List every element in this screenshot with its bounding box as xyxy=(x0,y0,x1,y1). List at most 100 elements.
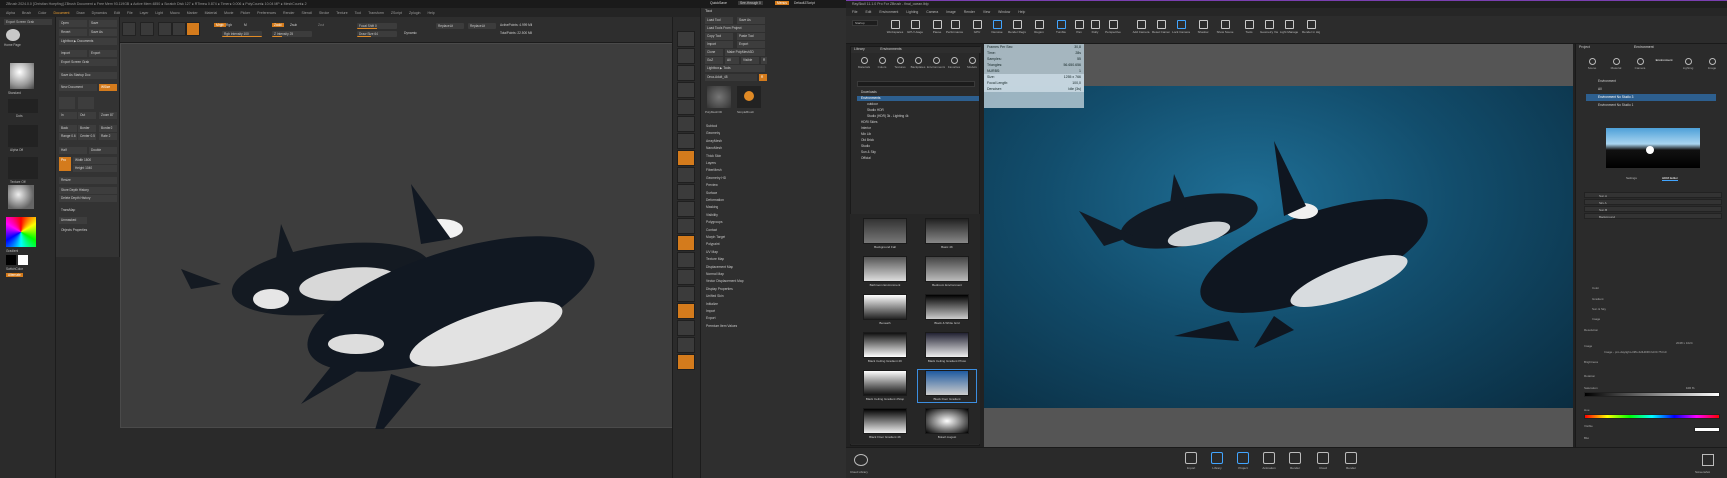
clone-button[interactable]: Clone xyxy=(705,49,723,56)
doc-export-grab-button[interactable]: Export Screen Grab xyxy=(59,59,117,66)
menus-button[interactable]: Menus xyxy=(775,1,789,5)
show_scene-button[interactable]: Show Scene xyxy=(1216,19,1234,41)
doc-export-button[interactable]: Export xyxy=(89,50,117,57)
image-project-tab[interactable]: Image xyxy=(1702,58,1722,70)
library-tab-favorites[interactable]: Favorites xyxy=(945,57,963,69)
tool-section-preview[interactable]: Preview xyxy=(706,183,718,187)
environment-project-tab[interactable]: Environment xyxy=(1654,58,1674,62)
goz-r-button[interactable]: R xyxy=(761,57,767,64)
wsize-button[interactable]: WSize xyxy=(99,84,117,91)
environment-thumb[interactable]: Black Floor Gradient 4K xyxy=(856,408,914,440)
border-button[interactable]: Border xyxy=(78,125,96,132)
tool-import-button[interactable]: Import xyxy=(705,41,733,48)
goz-all-button[interactable]: All xyxy=(725,57,739,64)
load-tools-from-project-button[interactable]: Load Tools From Project xyxy=(705,25,765,32)
crop-icon[interactable] xyxy=(59,97,75,109)
tool-section-import[interactable]: Import xyxy=(706,309,715,313)
doc-revert-button[interactable]: Revert xyxy=(59,29,87,36)
library-tree-item[interactable]: Official xyxy=(857,156,979,161)
scene-project-tab[interactable]: Scene xyxy=(1582,58,1602,70)
tool-section-fibermesh[interactable]: FiberMesh xyxy=(706,168,722,172)
zbrush-menu-macro[interactable]: Macro xyxy=(170,11,180,15)
tool-save-as-button[interactable]: Save As xyxy=(737,17,765,24)
library-bottom-button[interactable]: Library xyxy=(1206,452,1228,470)
right-shelf-gxyz-icon[interactable] xyxy=(677,201,695,217)
tool-section-contact[interactable]: Contact xyxy=(706,228,717,232)
cloud-library-icon[interactable] xyxy=(854,454,868,466)
doc-import-button[interactable]: Import xyxy=(59,50,87,57)
environment-list-item[interactable]: Environment xyxy=(1586,78,1716,85)
store-depth-history-button[interactable]: Store Depth History xyxy=(59,187,117,194)
settings-tab[interactable]: Settings xyxy=(1626,176,1637,180)
tool-section-normal-map[interactable]: Normal Map xyxy=(706,272,724,276)
width-slider[interactable]: Width 1800 xyxy=(73,157,117,164)
library-tree-item[interactable]: Studio (HDR) 3k - Lighting 4k xyxy=(857,114,979,119)
tool-section-surface[interactable]: Surface xyxy=(706,191,717,195)
delete-depth-history-button[interactable]: Delete Depth History xyxy=(59,195,117,202)
library-tree-item[interactable]: Environments xyxy=(857,96,979,101)
library-tree-item[interactable]: Mix Lib xyxy=(857,132,979,137)
rotate-button[interactable] xyxy=(186,22,200,36)
dynamic-toggle[interactable]: Dynamic xyxy=(404,31,417,35)
zbrush-menu-material[interactable]: Material xyxy=(205,11,217,15)
right-shelf-actual-icon[interactable] xyxy=(677,99,695,115)
orca-tool-thumbnail[interactable] xyxy=(707,86,731,108)
resize-button[interactable]: Resize xyxy=(59,177,117,184)
library-tree-item[interactable]: Studio HDR xyxy=(857,108,979,113)
switch-color-label[interactable]: SwitchColor xyxy=(6,267,23,271)
material-sphere-icon[interactable] xyxy=(8,185,34,209)
zcut-toggle[interactable]: Zcut xyxy=(318,23,324,27)
simple-brush-thumbnail[interactable] xyxy=(737,86,761,108)
tools-button[interactable]: Tools xyxy=(1240,19,1258,41)
zbrush-menu-light[interactable]: Light xyxy=(155,11,163,15)
texture-off-icon[interactable] xyxy=(8,157,38,179)
quicksave-button[interactable]: QuickSave xyxy=(710,1,727,5)
workspaces-button[interactable]: Workspaces xyxy=(886,19,904,41)
render-viewport[interactable]: Frames Per Sec: 30,8 Time: 28s Samples: 55 Tri… xyxy=(984,44,1573,447)
m-toggle[interactable]: M xyxy=(244,23,247,27)
right-shelf-zoom-icon[interactable] xyxy=(677,82,695,98)
right-shelf-scroll-icon[interactable] xyxy=(677,65,695,81)
move-button[interactable] xyxy=(158,22,172,36)
gpu-button[interactable]: GPU xyxy=(968,19,986,41)
tool-section-vector-displacement-map[interactable]: Vector Displacement Map xyxy=(706,279,744,283)
project-bottom-button[interactable]: Project xyxy=(1232,452,1254,470)
cloud-library-label[interactable]: Cloud Library xyxy=(850,470,868,474)
environment-list-item[interactable]: Environment No Studio 3 xyxy=(1586,94,1716,101)
right-shelf-line-fill-polyf-icon[interactable] xyxy=(677,286,695,302)
startup-dropdown[interactable]: Startup xyxy=(852,20,878,26)
library-tree-item[interactable]: outdoor xyxy=(857,102,979,107)
tool-export-button[interactable]: Export xyxy=(737,41,765,48)
save-startup-button[interactable]: Save As Startup Doc xyxy=(59,72,117,79)
default-zscript[interactable]: DefaultZScript xyxy=(794,1,815,5)
right-shelf-transp-icon[interactable] xyxy=(677,303,695,319)
tool-section-premium-item-values[interactable]: Premium Item Values xyxy=(706,324,737,328)
hdri-preview[interactable] xyxy=(1606,128,1700,168)
render-menu-camera[interactable]: Camera xyxy=(926,8,938,16)
camera-project-tab[interactable]: Camera xyxy=(1630,58,1650,70)
hue-slider[interactable] xyxy=(1584,414,1720,419)
environment-thumb[interactable]: Black Door Gradient xyxy=(917,369,977,403)
hdri-layer-row[interactable]: Sun A xyxy=(1584,192,1722,198)
library-tree-item[interactable]: Old Brick xyxy=(857,138,979,143)
render-menu-edit[interactable]: Edit xyxy=(865,8,871,16)
standard-brush-icon[interactable] xyxy=(10,63,34,89)
color-picker[interactable] xyxy=(6,217,36,247)
library-tab-colors[interactable]: Colors xyxy=(873,57,891,69)
mrgb-toggle[interactable]: Mrgb xyxy=(214,23,226,27)
z-intensity-slider[interactable]: Z Intensity 25 xyxy=(272,31,312,37)
center-slider[interactable]: Center 0.5 xyxy=(78,133,96,140)
render-menu-window[interactable]: Window xyxy=(998,8,1010,16)
library-tab-textures[interactable]: Textures xyxy=(891,57,909,69)
draw-button[interactable] xyxy=(140,22,154,36)
right-shelf-ghost-icon[interactable] xyxy=(677,320,695,336)
tool-section-geometry-hd[interactable]: Geometry HD xyxy=(706,176,726,180)
zbrush-canvas[interactable] xyxy=(120,43,731,429)
dots-stroke-icon[interactable] xyxy=(8,99,38,113)
library-tab-materials[interactable]: Materials xyxy=(855,57,873,69)
render_high_dpi-button[interactable]: Render in High DPI xyxy=(1302,19,1320,41)
screenshot-icon[interactable] xyxy=(1702,454,1714,466)
zbrush-menu-color[interactable]: Color xyxy=(38,11,46,15)
focal-shift-slider[interactable]: Focal Shift 0 xyxy=(357,23,397,29)
cpu-button[interactable]: GPU Usage xyxy=(906,19,924,41)
